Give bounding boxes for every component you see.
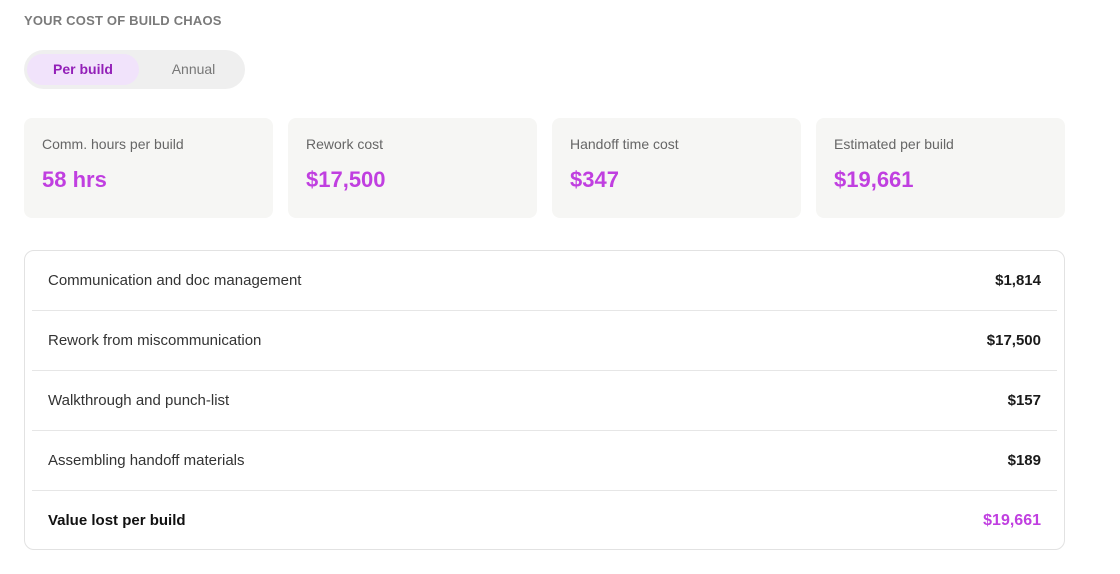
breakdown-row: Walkthrough and punch-list $157 [32, 371, 1057, 431]
cost-breakdown-table: Communication and doc management $1,814 … [24, 250, 1065, 550]
cost-calculator-results: YOUR COST OF BUILD CHAOS Per build Annua… [0, 0, 1120, 574]
row-value: $1,814 [995, 272, 1041, 289]
row-label: Communication and doc management [48, 272, 302, 289]
total-label: Value lost per build [48, 512, 186, 529]
card-handoff-time-cost: Handoff time cost $347 [552, 118, 801, 218]
breakdown-row: Communication and doc management $1,814 [32, 251, 1057, 311]
toggle-annual-button[interactable]: Annual [144, 54, 243, 85]
card-label: Handoff time cost [570, 136, 679, 152]
summary-cards: Comm. hours per build 58 hrs Rework cost… [24, 118, 1065, 218]
total-value: $19,661 [983, 512, 1041, 529]
row-label: Rework from miscommunication [48, 332, 262, 349]
toggle-per-build-button[interactable]: Per build [27, 54, 139, 85]
period-toggle: Per build Annual [24, 50, 245, 89]
breakdown-row: Rework from miscommunication $17,500 [32, 311, 1057, 371]
row-value: $17,500 [986, 332, 1041, 349]
row-label: Assembling handoff materials [48, 452, 245, 469]
card-value: $347 [570, 167, 619, 192]
card-estimated-per-build: Estimated per build $19,661 [816, 118, 1065, 218]
card-label: Estimated per build [834, 136, 954, 152]
row-value: $157 [1007, 392, 1041, 409]
section-heading: YOUR COST OF BUILD CHAOS [24, 13, 222, 28]
row-value: $189 [1007, 452, 1041, 469]
row-label: Walkthrough and punch-list [48, 392, 230, 409]
card-label: Rework cost [306, 136, 384, 152]
card-value: 58 hrs [42, 167, 107, 192]
breakdown-row: Assembling handoff materials $189 [32, 431, 1057, 491]
card-comm-hours: Comm. hours per build 58 hrs [24, 118, 273, 218]
card-label: Comm. hours per build [42, 136, 184, 152]
card-rework-cost: Rework cost $17,500 [288, 118, 537, 218]
card-value: $19,661 [834, 167, 914, 192]
card-value: $17,500 [306, 167, 386, 192]
total-row: Value lost per build $19,661 [32, 491, 1057, 551]
